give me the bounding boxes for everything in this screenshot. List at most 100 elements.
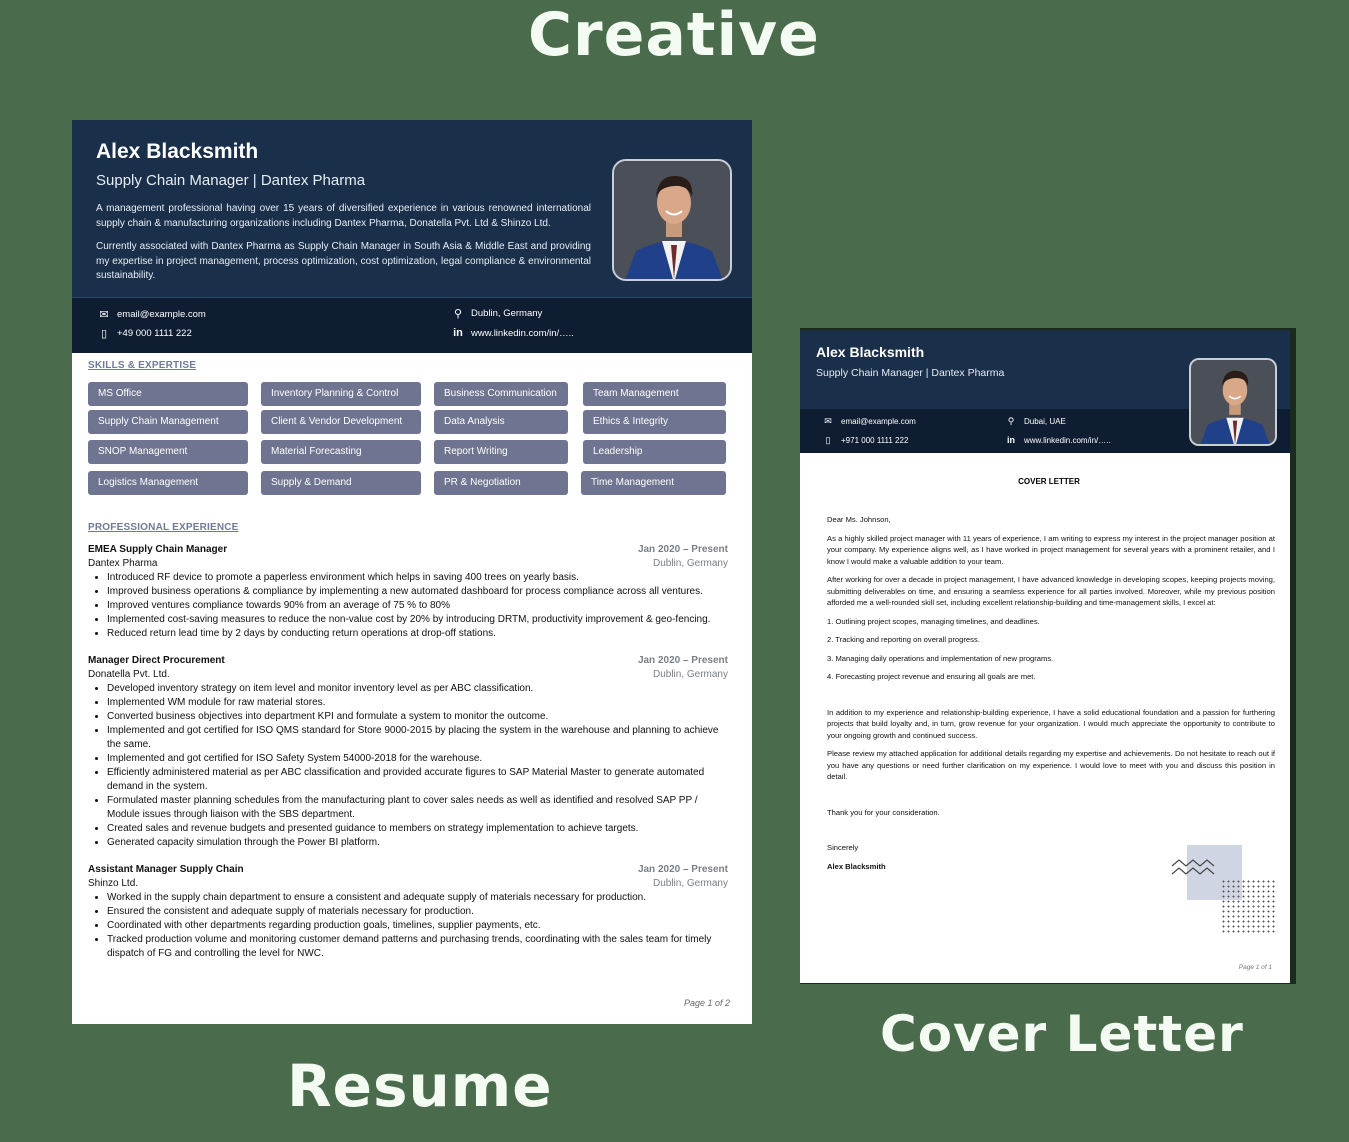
resume-page-number: Page 1 of 2 xyxy=(683,998,730,1008)
cover-role: Supply Chain Manager | Dantex Pharma xyxy=(816,367,1005,379)
phone-icon: ▯ xyxy=(825,435,831,445)
cover-letter-title: COVER LETTER xyxy=(1018,477,1080,486)
job-bullet: Efficiently administered material as per… xyxy=(107,766,728,794)
job-bullet: Created sales and revenue budgets and pr… xyxy=(107,822,728,836)
linkedin-icon: in xyxy=(453,327,463,339)
skill-tag: Ethics & Integrity xyxy=(583,410,726,434)
summary-paragraph: A management professional having over 15… xyxy=(96,203,591,229)
contact-location: ⚲ Dubai, UAE xyxy=(1005,416,1066,427)
linkedin-text[interactable]: www.linkedin.com/in/….. xyxy=(471,328,574,339)
cover-paragraph: Please review my attached application fo… xyxy=(827,749,1275,781)
resume-contact-bar: ✉ email@example.com ▯ +49 000 1111 222 ⚲… xyxy=(72,297,752,353)
contact-location: ⚲ Dublin, Germany xyxy=(452,307,542,320)
skill-tag: Leadership xyxy=(583,440,726,464)
job-bullet: Introduced RF device to promote a paperl… xyxy=(107,571,728,585)
job-bullet: Implemented and got certified for ISO QM… xyxy=(107,724,728,752)
job-bullet: Implemented and got certified for ISO Sa… xyxy=(107,752,728,766)
email-text[interactable]: email@example.com xyxy=(117,309,206,320)
job-company: Dantex Pharma xyxy=(88,558,158,569)
job-dates: Jan 2020 – Present xyxy=(637,544,728,555)
contact-phone: ▯ +49 000 1111 222 xyxy=(98,327,192,340)
skill-tag: Supply & Demand xyxy=(261,471,421,495)
linkedin-icon: in xyxy=(1007,435,1015,445)
job-bullet: Ensured the consistent and adequate supp… xyxy=(107,905,728,919)
job-entry: EMEA Supply Chain Manager Jan 2020 – Pres… xyxy=(88,543,728,641)
contact-email: ✉ email@example.com xyxy=(822,416,916,427)
job-title: Manager Direct Procurement xyxy=(88,655,225,666)
linkedin-text[interactable]: www.linkedin.com/in/….. xyxy=(1024,436,1111,445)
envelope-icon: ✉ xyxy=(824,416,832,426)
job-dates: Jan 2020 – Present xyxy=(637,655,728,666)
skills-section-title: SKILLS & EXPERTISE xyxy=(88,360,197,371)
job-dates: Jan 2020 – Present xyxy=(637,864,728,875)
job-bullets: Worked in the supply chain department to… xyxy=(88,891,728,961)
job-bullet: Tracked production volume and monitoring… xyxy=(107,933,728,961)
cover-letter-heading: Cover Letter xyxy=(880,1005,1244,1063)
job-bullet: Developed inventory strategy on item lev… xyxy=(107,682,728,696)
cover-page-number: Page 1 of 1 xyxy=(1238,964,1272,971)
cover-body: Dear Ms. Johnson, As a highly skilled pr… xyxy=(827,514,1275,879)
cover-paragraph: In addition to my experience and relatio… xyxy=(827,707,1275,740)
contact-phone: ▯ +971 000 1111 222 xyxy=(822,435,909,446)
job-bullet: Improved ventures compliance towards 90%… xyxy=(107,599,728,613)
experience-section-title: PROFESSIONAL EXPERIENCE xyxy=(88,522,239,533)
skill-tag: Client & Vendor Development xyxy=(261,410,421,434)
skill-tag: MS Office xyxy=(88,382,248,406)
cover-paragraph: As a highly skilled project manager with… xyxy=(827,533,1275,566)
profile-photo xyxy=(1189,358,1277,446)
job-bullet: Implemented WM module for raw material s… xyxy=(107,696,728,710)
skill-tag: Team Management xyxy=(583,382,726,406)
cover-list-item: 2. Tracking and reporting on overall pro… xyxy=(827,635,980,644)
cover-letter-page: Alex Blacksmith Supply Chain Manager | D… xyxy=(800,330,1290,983)
resume-summary: A management professional having over 15… xyxy=(96,202,591,293)
job-bullet: Improved business operations & complianc… xyxy=(107,585,728,599)
job-bullet: Generated capacity simulation through th… xyxy=(107,836,728,850)
phone-icon: ▯ xyxy=(100,328,108,340)
job-title: EMEA Supply Chain Manager xyxy=(88,544,228,555)
envelope-icon: ✉ xyxy=(99,309,109,321)
job-bullet: Converted business objectives into depar… xyxy=(107,710,728,724)
job-location: Dublin, Germany xyxy=(652,878,728,889)
job-bullet: Reduced return lead time by 2 days by co… xyxy=(107,627,728,641)
location-pin-icon: ⚲ xyxy=(1007,416,1015,426)
skill-tag: Report Writing xyxy=(434,440,568,464)
profile-photo xyxy=(612,159,732,281)
job-entry: Manager Direct Procurement Jan 2020 – Pre… xyxy=(88,654,728,850)
job-company: Donatella Pvt. Ltd. xyxy=(88,669,170,680)
job-company: Shinzo Ltd. xyxy=(88,878,139,889)
zigzag-icon xyxy=(1171,859,1215,875)
cover-paragraph: After working for over a decade in proje… xyxy=(827,575,1275,607)
job-bullet: Implemented cost-saving measures to redu… xyxy=(107,613,728,627)
resume-role: Supply Chain Manager | Dantex Pharma xyxy=(96,172,366,189)
skill-tag: Data Analysis xyxy=(434,410,568,434)
job-bullets: Developed inventory strategy on item lev… xyxy=(88,682,728,850)
skill-tag: Supply Chain Management xyxy=(88,410,248,434)
contact-linkedin: in www.linkedin.com/in/….. xyxy=(452,327,574,339)
skill-tag: Inventory Planning & Control xyxy=(261,382,421,406)
decorative-dot-grid xyxy=(1221,879,1277,935)
skill-tag: SNOP Management xyxy=(88,440,248,464)
cover-list-item: 3. Managing daily operations and impleme… xyxy=(827,653,1054,663)
job-bullet: Coordinated with other departments regar… xyxy=(107,919,728,933)
skill-tag: Logistics Management xyxy=(88,471,248,495)
creative-heading: Creative xyxy=(528,0,820,70)
job-title: Assistant Manager Supply Chain xyxy=(88,864,244,875)
job-bullet: Formulated master planning schedules fro… xyxy=(107,794,728,822)
phone-text: +49 000 1111 222 xyxy=(117,328,192,339)
job-location: Dublin, Germany xyxy=(652,669,728,680)
skill-tag: Business Communication xyxy=(434,382,568,406)
cover-list-item: 4. Forecasting project revenue and ensur… xyxy=(827,672,1036,681)
resume-name: Alex Blacksmith xyxy=(96,140,259,163)
salutation: Dear Ms. Johnson, xyxy=(827,515,891,524)
cover-list-item: 1. Outlining project scopes, managing ti… xyxy=(827,616,1040,626)
thanks-line: Thank you for your consideration. xyxy=(827,807,940,817)
skill-tag: PR & Negotiation xyxy=(434,471,568,495)
resume-heading: Resume xyxy=(287,1052,553,1120)
job-entry: Assistant Manager Supply Chain Jan 2020 –… xyxy=(88,863,728,961)
location-text: Dublin, Germany xyxy=(471,308,543,319)
job-bullet: Worked in the supply chain department to… xyxy=(107,891,728,905)
resume-page: Alex Blacksmith Supply Chain Manager | D… xyxy=(72,120,752,1024)
location-pin-icon: ⚲ xyxy=(453,308,463,320)
job-location: Dublin, Germany xyxy=(652,558,728,569)
email-text[interactable]: email@example.com xyxy=(841,417,916,426)
